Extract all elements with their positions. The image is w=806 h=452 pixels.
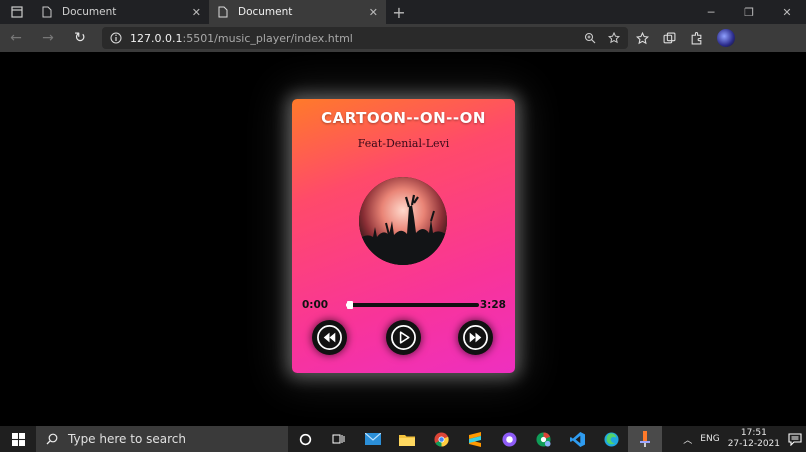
vscode-app[interactable] <box>560 426 594 452</box>
address-bar[interactable]: 127.0.0.1 :5501/music_player/index.html <box>102 27 628 49</box>
back-button[interactable]: ← <box>0 30 32 46</box>
mail-app[interactable] <box>356 426 390 452</box>
windows-taskbar: Type here to search ︿ ENG 17:51 27-12-20… <box>0 426 806 452</box>
favorites-icon[interactable] <box>636 31 649 45</box>
chrome-profile-app[interactable] <box>526 426 560 452</box>
task-view-icon <box>332 434 345 444</box>
page-viewport: CARTOON--ON--ON Feat-Denial-Levi 0:00 3:… <box>0 52 806 426</box>
task-view-button[interactable] <box>322 426 356 452</box>
current-time: 0:00 <box>302 299 329 311</box>
sublime-app[interactable] <box>458 426 492 452</box>
language-indicator[interactable]: ENG <box>700 434 719 444</box>
github-app[interactable] <box>492 426 526 452</box>
info-icon[interactable] <box>110 32 122 44</box>
folder-icon <box>399 434 415 446</box>
refresh-icon: ↻ <box>74 30 86 46</box>
song-artist: Feat-Denial-Levi <box>357 137 450 150</box>
search-placeholder: Type here to search <box>68 432 186 446</box>
chrome-profile-icon <box>535 431 551 447</box>
mail-icon <box>365 433 381 445</box>
url-path: :5501/music_player/index.html <box>182 31 353 45</box>
forward-button[interactable]: → <box>32 30 64 46</box>
maximize-button[interactable]: ❐ <box>730 0 768 24</box>
back-arrow-icon: ← <box>10 30 22 46</box>
close-tab-icon[interactable]: ✕ <box>369 6 378 19</box>
plus-icon: + <box>392 2 406 22</box>
system-tray: ︿ ENG 17:51 27-12-2021 <box>683 428 806 450</box>
rewind-icon <box>317 325 342 350</box>
progress-bar[interactable] <box>346 301 479 309</box>
browser-toolbar: ← → ↻ 127.0.0.1 :5501/music_player/index… <box>0 24 806 52</box>
clock-date: 27-12-2021 <box>727 439 780 449</box>
rewind-button[interactable] <box>312 320 347 355</box>
profile-avatar[interactable] <box>717 29 735 47</box>
tab-title: Document <box>238 6 293 18</box>
chrome-icon <box>433 431 449 447</box>
music-player-card: CARTOON--ON--ON Feat-Denial-Levi 0:00 3:… <box>292 99 515 373</box>
album-art <box>359 177 447 265</box>
collections-icon[interactable] <box>663 32 676 45</box>
browser-tab-1[interactable]: Document ✕ <box>34 0 210 24</box>
browser-tab-2[interactable]: Document ✕ <box>210 0 386 24</box>
extensions-icon[interactable] <box>690 31 703 45</box>
forward-arrow-icon: → <box>42 30 54 46</box>
window-controls: ─ ❐ ✕ <box>692 0 806 24</box>
minimize-button[interactable]: ─ <box>692 0 730 24</box>
github-icon <box>501 431 517 447</box>
pinned-app-icon <box>640 431 650 447</box>
notification-center-icon[interactable] <box>788 432 802 446</box>
file-explorer-app[interactable] <box>390 426 424 452</box>
page-icon <box>42 6 52 18</box>
windows-logo-icon <box>11 432 25 446</box>
cortana-icon <box>299 433 311 445</box>
fast-forward-button[interactable] <box>458 320 493 355</box>
sublime-icon <box>469 431 481 447</box>
show-hidden-icons-icon[interactable]: ︿ <box>683 433 692 446</box>
tab-actions-menu-button[interactable] <box>0 0 34 24</box>
fast-forward-icon <box>463 325 488 350</box>
play-button[interactable] <box>386 320 421 355</box>
url-host: 127.0.0.1 <box>130 31 183 45</box>
edge-app[interactable] <box>594 426 628 452</box>
cortana-button[interactable] <box>288 426 322 452</box>
total-time: 3:28 <box>479 299 506 311</box>
tab-actions-icon <box>11 6 23 18</box>
browser-tab-strip: Document ✕ Document ✕ + ─ ❐ ✕ <box>0 0 806 24</box>
song-title: CARTOON--ON--ON <box>321 109 486 127</box>
edge-icon <box>603 431 619 447</box>
clock[interactable]: 17:51 27-12-2021 <box>728 428 780 450</box>
tab-title: Document <box>62 6 117 18</box>
clock-time: 17:51 <box>740 428 767 438</box>
chrome-app[interactable] <box>424 426 458 452</box>
new-tab-button[interactable]: + <box>386 0 412 24</box>
play-icon <box>391 325 416 350</box>
start-button[interactable] <box>0 432 36 446</box>
playback-progress-row: 0:00 3:28 <box>302 299 506 313</box>
refresh-button[interactable]: ↻ <box>64 30 96 46</box>
close-window-button[interactable]: ✕ <box>768 0 806 24</box>
search-icon <box>46 433 58 445</box>
close-tab-icon[interactable]: ✕ <box>192 6 201 19</box>
taskbar-search-box[interactable]: Type here to search <box>36 426 288 452</box>
pinned-app[interactable] <box>628 426 662 452</box>
zoom-icon[interactable] <box>584 32 596 44</box>
add-favorite-icon[interactable] <box>608 32 620 44</box>
vscode-icon <box>569 431 585 447</box>
page-icon <box>218 6 228 18</box>
progress-thumb[interactable] <box>346 301 353 309</box>
